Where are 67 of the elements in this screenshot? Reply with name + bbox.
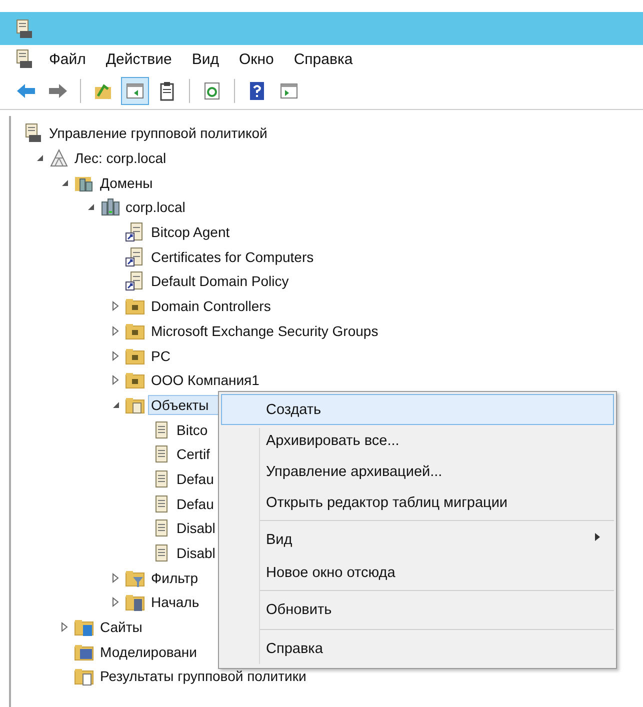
help-icon (247, 81, 267, 101)
expand-arrow-icon[interactable] (111, 597, 121, 608)
tree-item[interactable]: corp.local (122, 197, 188, 218)
tree-item[interactable]: PC (148, 346, 174, 366)
menu-item[interactable]: Открыть редактор таблиц миграции (221, 487, 614, 518)
tree-item[interactable]: Defau (174, 468, 217, 489)
collapse-arrow-icon[interactable] (111, 400, 121, 410)
menu-item[interactable]: Архивировать все... (221, 425, 614, 456)
folder-icon (125, 370, 145, 390)
menu-item[interactable]: Вид (186, 50, 224, 68)
tree-item[interactable]: Disabl (174, 518, 218, 538)
servers-icon (100, 197, 120, 218)
menu-item[interactable]: Создать (221, 394, 614, 425)
collapse-arrow-icon[interactable] (86, 202, 96, 212)
menu-item[interactable]: Действие (100, 50, 177, 68)
menu-item[interactable]: Новое окно отсюда (221, 557, 614, 588)
expand-arrow-icon[interactable] (60, 622, 70, 632)
menu-item[interactable]: Файл (44, 50, 91, 68)
tree-item[interactable]: Defau (174, 494, 217, 514)
tree-item[interactable]: Certif (174, 444, 213, 464)
folder-report-icon (74, 666, 94, 686)
scroll-box-icon (14, 18, 34, 38)
scroll-arrow-icon (125, 246, 145, 267)
collapse-arrow-icon[interactable] (60, 178, 70, 188)
triangle-icon (48, 148, 68, 168)
menu-item[interactable]: Справка (288, 50, 358, 68)
folder-up-icon (93, 81, 113, 101)
tree-item[interactable]: Microsoft Exchange Security Groups (148, 320, 382, 341)
pane-left-icon (125, 81, 145, 101)
scroll-box-icon[interactable] (14, 49, 34, 69)
forward-arrow-icon (48, 81, 68, 101)
expand-arrow-icon[interactable] (111, 301, 121, 312)
tree-item[interactable]: Моделировани (97, 642, 200, 662)
tree-toggle-button[interactable] (121, 77, 149, 105)
folder-icon (125, 296, 145, 316)
expand-arrow-icon[interactable] (111, 350, 121, 361)
menu-item[interactable]: Вид (221, 518, 614, 557)
tree-item[interactable]: Началь (148, 592, 202, 612)
expand-arrow-icon[interactable] (111, 375, 121, 386)
tree-item[interactable]: Disabl (174, 543, 218, 564)
scroll-arrow-icon (125, 222, 145, 242)
menu-item[interactable]: Справка (221, 627, 614, 666)
expand-arrow-icon[interactable] (111, 326, 121, 336)
pane-right-icon (279, 81, 299, 101)
tree-item[interactable]: Сайты (97, 617, 146, 638)
tree-item[interactable]: Domain Controllers (148, 296, 274, 316)
menu-item[interactable]: Управление архивацией... (221, 456, 614, 487)
tree-item[interactable]: ООО Компания1 (148, 370, 262, 390)
back-arrow-icon (16, 81, 36, 101)
scroll-box-icon (23, 123, 43, 144)
tree-item[interactable]: Certificates for Computers (148, 246, 317, 267)
folder-document-icon (125, 592, 145, 612)
expand-arrow-icon[interactable] (111, 572, 121, 583)
menu-item[interactable]: Обновить (221, 588, 614, 627)
tree-item[interactable]: Результаты групповой политики (97, 666, 310, 686)
tree-item[interactable]: Домены (97, 172, 156, 193)
menu-item[interactable]: Окно (234, 50, 279, 68)
tree-item[interactable]: Bitcop Agent (148, 222, 233, 242)
refresh-icon (202, 81, 222, 101)
submenu-arrow-icon (595, 532, 601, 542)
tree-item[interactable]: Default Domain Policy (148, 271, 292, 292)
scroll-arrow-icon (125, 271, 145, 292)
collapse-arrow-icon[interactable] (34, 153, 44, 164)
tree-item[interactable]: Лес: corp.local (72, 148, 170, 168)
tree-item[interactable]: Bitco (174, 420, 211, 440)
tree-item[interactable]: Фильтр (148, 568, 202, 588)
tree-item[interactable]: Управление групповой политикой (46, 123, 270, 144)
